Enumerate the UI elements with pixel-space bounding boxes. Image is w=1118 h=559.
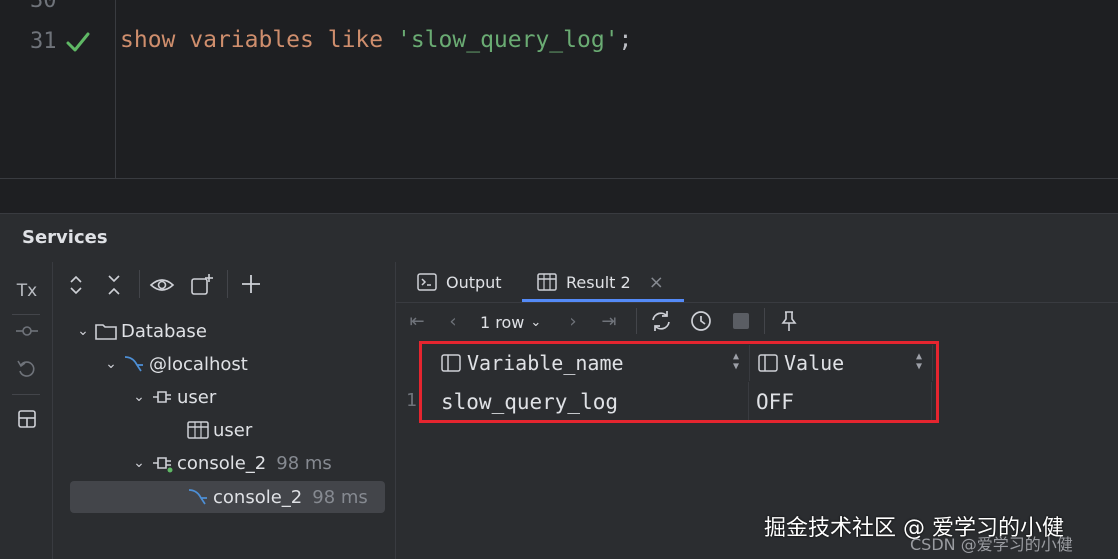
rows-count-dropdown[interactable]: 1 row ⌄ (480, 310, 541, 334)
column-header-label: Value (784, 351, 845, 375)
tab-result[interactable]: Result 2 × (536, 262, 664, 302)
chevron-down-icon[interactable]: ⌄ (73, 323, 93, 339)
checkmark-icon (66, 32, 90, 52)
column-header-label: Variable_name (467, 351, 624, 375)
services-panel: Services Tx ⌄ Database ⌄ @localhost ⌄ us… (0, 213, 1118, 559)
tab-label: Output (446, 272, 502, 292)
code-line[interactable]: show variables like 'slow_query_log'; (120, 27, 632, 53)
next-page-icon[interactable]: › (560, 308, 586, 334)
table-cell[interactable]: OFF (750, 382, 932, 422)
connected-plug-icon (153, 457, 173, 473)
table-cell[interactable]: slow_query_log (433, 382, 749, 422)
strip-separator (12, 314, 40, 315)
keyword-show: show (120, 27, 176, 53)
strip-separator (12, 394, 40, 395)
chevron-down-icon: ⌄ (530, 314, 542, 330)
transaction-mode-button[interactable]: Tx (14, 278, 40, 304)
column-icon (758, 354, 778, 372)
refresh-icon[interactable] (648, 308, 674, 334)
tree-item-label: console_2 (213, 486, 303, 508)
line-number-30: 30 (30, 0, 57, 13)
stop-icon[interactable] (728, 308, 754, 334)
commit-icon[interactable] (14, 318, 40, 344)
first-page-icon[interactable]: ⇤ (404, 308, 430, 334)
mysql-icon (124, 356, 143, 372)
folder-icon (95, 324, 117, 340)
table-icon (187, 421, 209, 439)
clock-icon[interactable] (688, 308, 714, 334)
tree-item-database[interactable]: ⌄ Database (73, 316, 207, 346)
column-icon (441, 354, 461, 372)
gutter-separator (115, 0, 116, 178)
plug-icon (153, 391, 171, 403)
tree-item-console[interactable]: ⌄ console_2 98 ms (129, 448, 332, 478)
line-number-31: 31 (30, 29, 57, 54)
string-literal: 'slow_query_log' (396, 27, 619, 53)
toolbar-separator (139, 270, 140, 298)
eye-icon[interactable] (149, 272, 175, 298)
tree-item-table-user[interactable]: user (185, 415, 252, 445)
previous-page-icon[interactable]: ‹ (440, 308, 466, 334)
tree-item-label: @localhost (149, 353, 248, 375)
expand-all-icon[interactable] (63, 272, 89, 298)
collapse-all-icon[interactable] (101, 272, 127, 298)
chevron-down-icon[interactable]: ⌄ (101, 356, 121, 372)
tree-item-label: user (177, 386, 217, 408)
tabs-border (396, 302, 1118, 303)
rollback-icon[interactable] (14, 356, 40, 382)
row-number: 1 (406, 390, 417, 411)
toolbar-separator (636, 308, 637, 334)
editor-spacer (0, 179, 1118, 213)
tree-item-localhost[interactable]: ⌄ @localhost (101, 349, 248, 379)
toolbar-separator (227, 270, 228, 298)
tab-output[interactable]: Output (416, 262, 502, 302)
tab-label: Result 2 (566, 272, 631, 292)
sort-icon[interactable]: ▲ ▼ (916, 352, 922, 372)
services-tree: ⌄ Database ⌄ @localhost ⌄ user user ⌄ co… (53, 262, 396, 559)
tree-item-label: console_2 (177, 452, 267, 474)
add-icon[interactable] (239, 272, 265, 298)
tx-label: Tx (16, 281, 38, 301)
services-side-toolbar: Tx (0, 262, 53, 559)
chevron-down-icon[interactable]: ⌄ (129, 455, 149, 471)
keyword-like: like (327, 27, 384, 53)
pin-icon[interactable] (776, 308, 802, 334)
new-session-icon[interactable] (189, 272, 215, 298)
layout-icon[interactable] (14, 406, 40, 432)
tree-item-label: Database (121, 320, 207, 342)
column-header-variable-name[interactable]: Variable_name ▲ ▼ (433, 345, 750, 381)
keyword-variables: variables (189, 27, 314, 53)
tree-item-label: user (213, 419, 253, 441)
column-header-value[interactable]: Value ▲ ▼ (750, 345, 933, 381)
execution-time: 98 ms (312, 486, 368, 508)
toolbar-separator (764, 308, 765, 334)
execution-time: 98 ms (276, 452, 332, 474)
semicolon: ; (618, 27, 633, 53)
last-page-icon[interactable]: ⇥ (596, 308, 622, 334)
rows-count-label: 1 row (480, 312, 525, 332)
mysql-icon (188, 489, 207, 505)
tree-item-schema-user[interactable]: ⌄ user (129, 382, 216, 412)
watermark-secondary: CSDN @爱学习的小健 (910, 535, 1073, 554)
close-icon[interactable]: × (649, 272, 664, 293)
sort-icon[interactable]: ▲ ▼ (733, 352, 739, 372)
terminal-icon (417, 273, 437, 291)
tree-item-session[interactable]: console_2 98 ms (185, 482, 368, 512)
chevron-down-icon[interactable]: ⌄ (129, 389, 149, 405)
services-title: Services (22, 227, 108, 248)
table-icon (537, 273, 557, 291)
sql-editor[interactable]: 30 31 show variables like 'slow_query_lo… (0, 0, 1118, 178)
